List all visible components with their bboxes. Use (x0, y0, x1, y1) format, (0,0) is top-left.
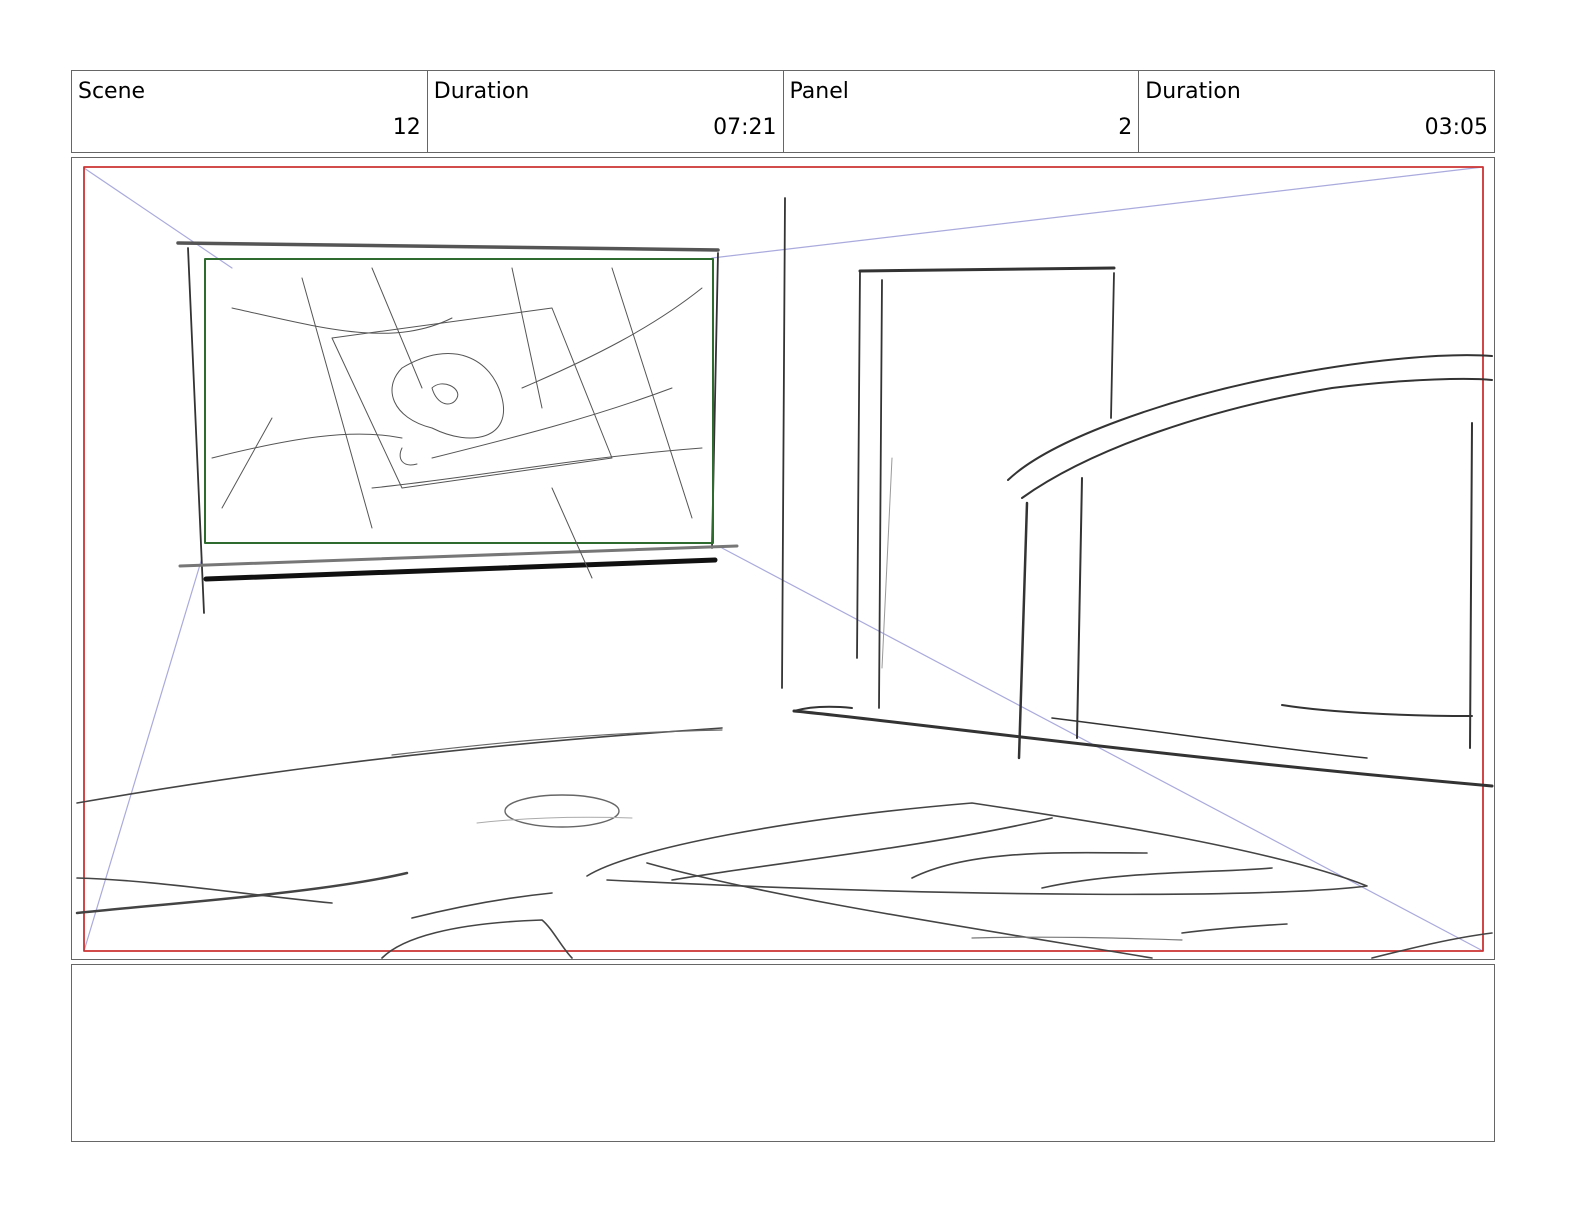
panel-duration-cell: Duration 03:05 (1139, 71, 1494, 152)
scene-label: Scene (78, 79, 146, 104)
panel-notes[interactable] (71, 964, 1495, 1142)
room-structure (781, 197, 1116, 709)
scene-duration-label: Duration (433, 79, 530, 104)
sofa-sketch (792, 354, 1494, 788)
storyboard-header: Scene 12 Duration 07:21 Panel 2 Duration… (71, 70, 1495, 153)
scene-number: 12 (392, 115, 421, 140)
storyboard-panel (71, 157, 1495, 960)
scene-duration-value: 07:21 (713, 115, 777, 140)
panel-duration-value: 03:05 (1424, 115, 1488, 140)
panel-duration-label: Duration (1145, 79, 1241, 104)
panel-cell: Panel 2 (784, 71, 1140, 152)
sketch-drawing (75, 166, 1494, 959)
tv-sketch (176, 241, 739, 614)
panel-label: Panel (789, 79, 849, 104)
panel-number: 2 (1118, 115, 1133, 140)
scene-duration-cell: Duration 07:21 (428, 71, 784, 152)
scene-cell: Scene 12 (72, 71, 428, 152)
